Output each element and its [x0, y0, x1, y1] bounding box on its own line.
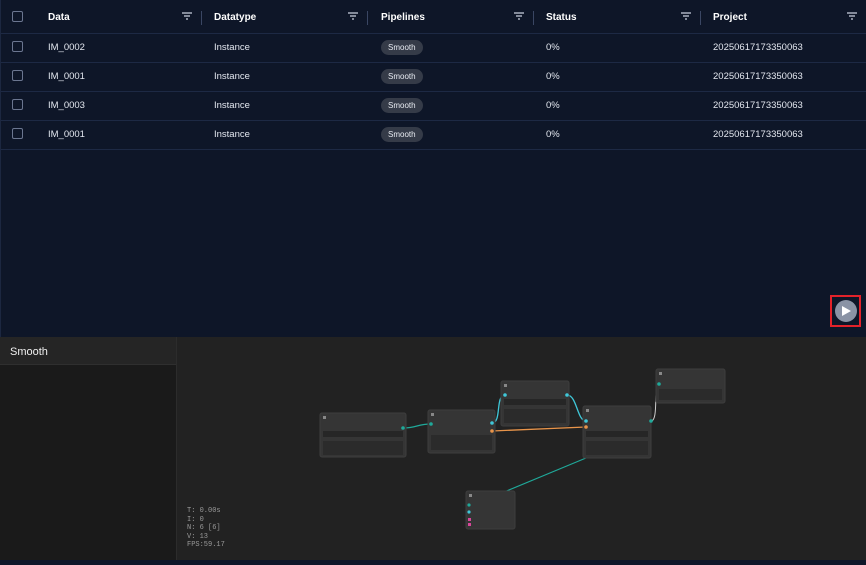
- graph-link: [491, 426, 587, 432]
- data-cell: IM_0003: [48, 100, 85, 111]
- stats-time: T: 0.00s: [187, 507, 221, 515]
- status-cell: 0%: [546, 42, 560, 53]
- graph-node[interactable]: [427, 409, 496, 454]
- column-header-datatype[interactable]: Datatype: [214, 3, 256, 32]
- column-divider[interactable]: [367, 11, 368, 25]
- project-cell: 20250617173350063: [713, 42, 803, 53]
- stats-vertices: V: 13: [187, 532, 209, 541]
- datatype-cell: Instance: [214, 100, 250, 111]
- node-graph-canvas[interactable]: T: 0.00s I: 0 N: 6 [6] V: 13 FPS:59.17: [177, 337, 866, 560]
- data-table: Data Datatype Pipelines Status Project I…: [0, 0, 866, 337]
- graph-node[interactable]: [655, 368, 726, 404]
- project-cell: 20250617173350063: [713, 100, 803, 111]
- column-header-data[interactable]: Data: [48, 3, 70, 32]
- stats-fps: FPS:59.17: [187, 541, 225, 549]
- table-row[interactable]: IM_0002 Instance Smooth 0% 2025061717335…: [1, 33, 866, 63]
- stats-nodes: N: 6 [6]: [187, 524, 221, 532]
- datatype-cell: Instance: [214, 129, 250, 140]
- status-cell: 0%: [546, 129, 560, 140]
- graph-node[interactable]: [500, 380, 570, 427]
- select-all-checkbox[interactable]: [12, 11, 23, 22]
- column-header-status[interactable]: Status: [546, 3, 577, 32]
- play-icon: [842, 306, 851, 316]
- table-row[interactable]: IM_0001 Instance Smooth 0% 2025061717335…: [1, 62, 866, 92]
- data-cell: IM_0002: [48, 42, 85, 53]
- status-cell: 0%: [546, 100, 560, 111]
- filter-icon[interactable]: [182, 12, 192, 20]
- status-cell: 0%: [546, 71, 560, 82]
- graph-link: [402, 423, 432, 429]
- node-graph[interactable]: [177, 337, 866, 560]
- data-cell: IM_0001: [48, 71, 85, 82]
- column-divider[interactable]: [201, 11, 202, 25]
- pipeline-tag[interactable]: Smooth: [381, 40, 423, 55]
- filter-icon[interactable]: [348, 12, 358, 20]
- pipeline-tag[interactable]: Smooth: [381, 127, 423, 142]
- stats-iterations: I: 0: [187, 515, 204, 524]
- table-header: Data Datatype Pipelines Status Project: [1, 3, 866, 34]
- graph-node[interactable]: [582, 405, 653, 459]
- column-header-project[interactable]: Project: [713, 3, 747, 32]
- filter-icon[interactable]: [681, 12, 691, 20]
- table-row[interactable]: IM_0003 Instance Smooth 0% 2025061717335…: [1, 91, 866, 121]
- datatype-cell: Instance: [214, 42, 250, 53]
- run-button[interactable]: [835, 300, 857, 322]
- row-checkbox[interactable]: [12, 41, 23, 52]
- pipeline-tag[interactable]: Smooth: [381, 98, 423, 113]
- project-cell: 20250617173350063: [713, 129, 803, 140]
- row-checkbox[interactable]: [12, 70, 23, 81]
- column-header-pipelines[interactable]: Pipelines: [381, 3, 425, 32]
- table-row[interactable]: IM_0001 Instance Smooth 0% 2025061717335…: [1, 120, 866, 150]
- graph-node[interactable]: [319, 412, 407, 458]
- run-button-highlight: [830, 295, 861, 327]
- graph-node[interactable]: [465, 490, 516, 530]
- pipeline-title: Smooth: [0, 337, 176, 365]
- data-cell: IM_0001: [48, 129, 85, 140]
- graph-stats: T: 0.00s I: 0 N: 6 [6] V: 13 FPS:59.17: [187, 507, 225, 550]
- filter-icon[interactable]: [847, 12, 857, 20]
- filter-icon[interactable]: [514, 12, 524, 20]
- pipeline-editor: Smooth T: 0.00s I: 0 N: 6 [6] V: 13 FPS:…: [0, 337, 866, 560]
- datatype-cell: Instance: [214, 71, 250, 82]
- project-cell: 20250617173350063: [713, 71, 803, 82]
- row-checkbox[interactable]: [12, 99, 23, 110]
- column-divider[interactable]: [700, 11, 701, 25]
- column-divider[interactable]: [533, 11, 534, 25]
- row-checkbox[interactable]: [12, 128, 23, 139]
- pipeline-tag[interactable]: Smooth: [381, 69, 423, 84]
- pipeline-side-panel: Smooth: [0, 337, 177, 560]
